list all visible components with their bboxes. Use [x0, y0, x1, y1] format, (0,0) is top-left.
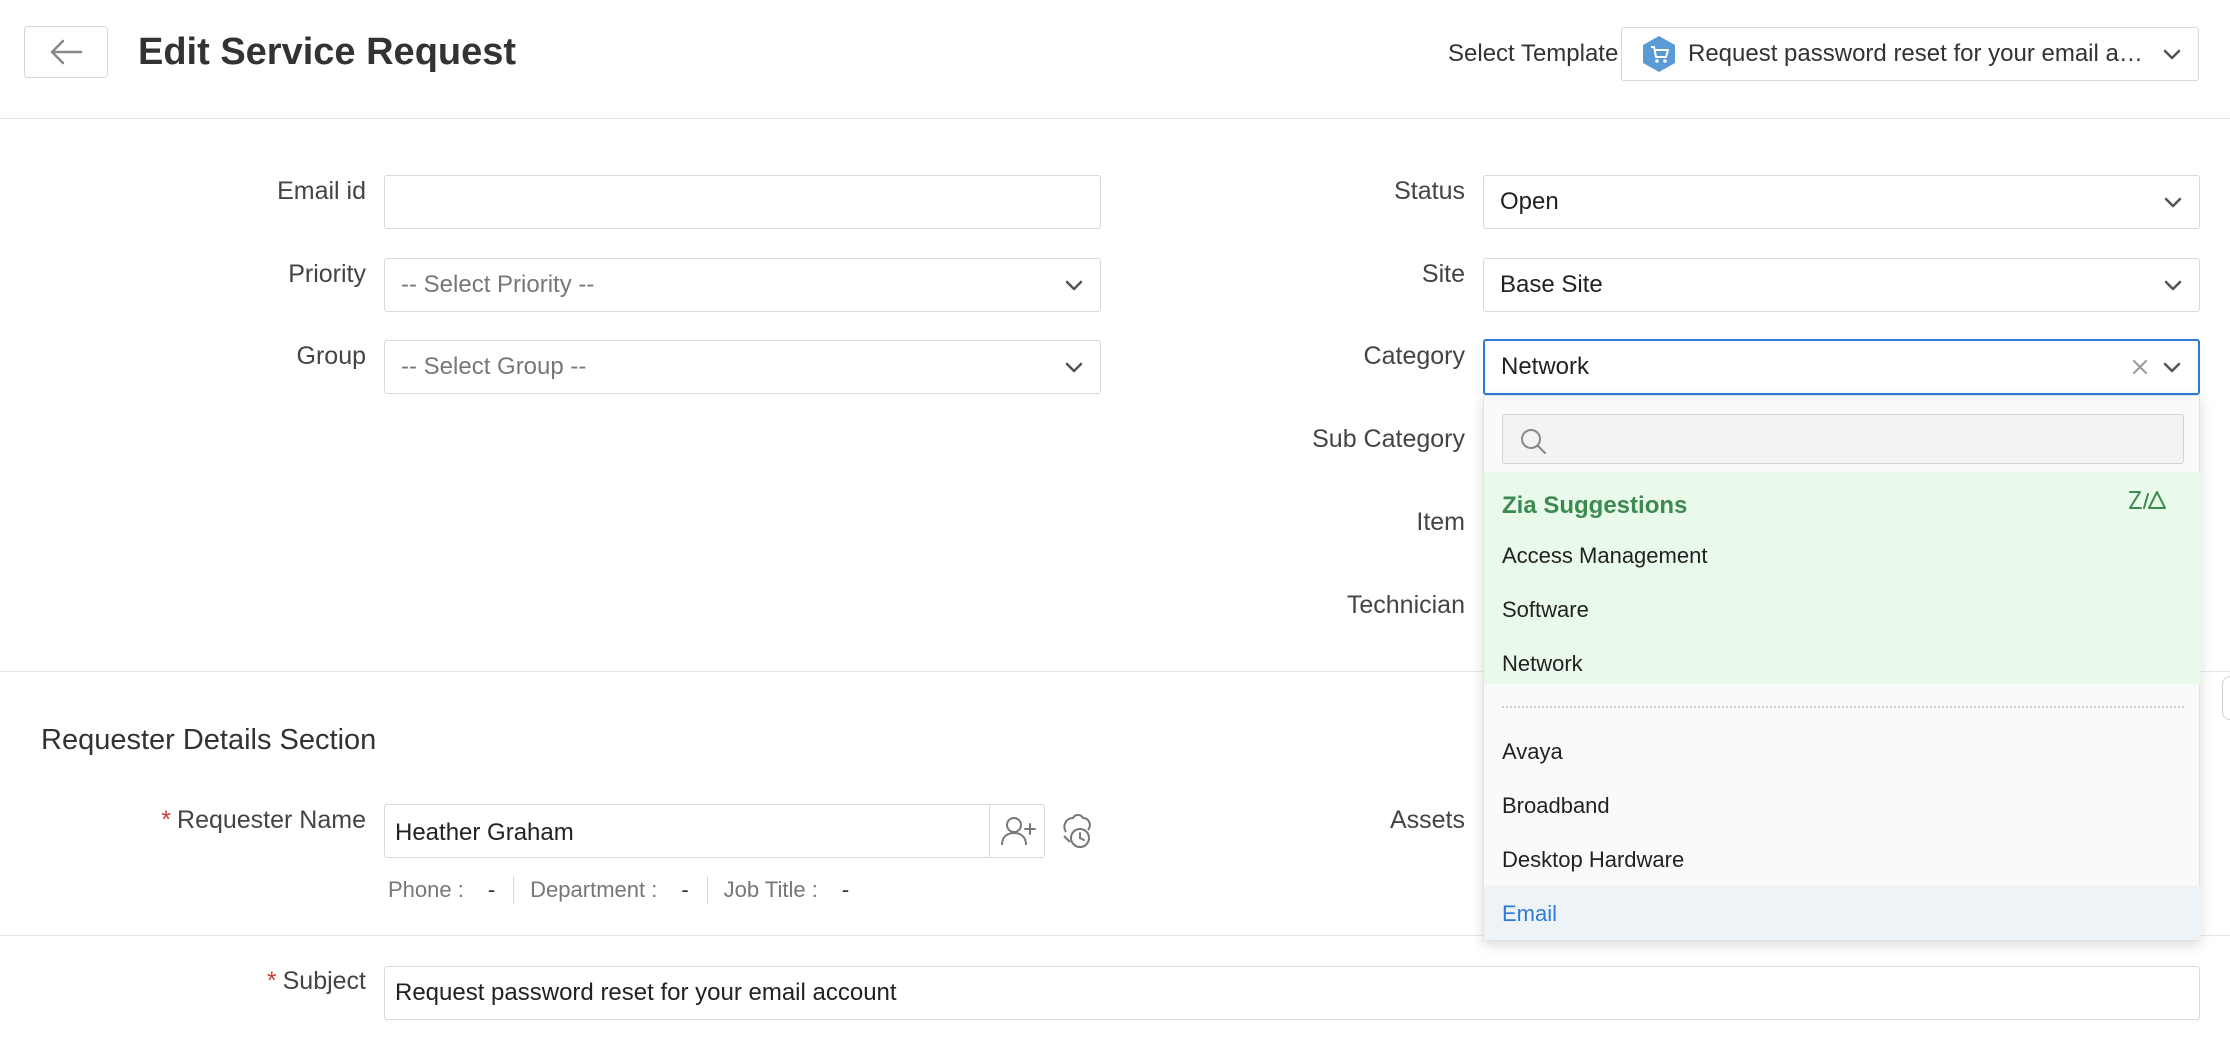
email-field[interactable] — [384, 175, 1101, 229]
chevron-down-icon — [2164, 280, 2182, 291]
requester-section-title: Requester Details Section — [41, 724, 377, 756]
site-label: Site — [1421, 260, 1465, 288]
item-label: Item — [1416, 508, 1465, 536]
requester-name-field[interactable]: Heather Graham — [384, 804, 1045, 858]
subject-label: * Subject — [100, 964, 366, 998]
subcategory-label: Sub Category — [1312, 425, 1465, 453]
category-label: Category — [1363, 342, 1465, 370]
page-title: Edit Service Request — [138, 31, 517, 73]
chevron-down-icon — [1065, 362, 1083, 373]
zia-suggestions-group: Zia Suggestions Access Management Softwa… — [1484, 472, 2201, 684]
dropdown-divider — [1502, 706, 2184, 708]
requester-name-value: Heather Graham — [395, 819, 574, 846]
group-label: Group — [296, 342, 366, 370]
status-select[interactable]: Open — [1483, 175, 2200, 229]
email-label: Email id — [277, 177, 366, 205]
template-value: Request password reset for your email ac… — [1688, 40, 2148, 67]
side-panel-handle[interactable] — [2222, 676, 2230, 720]
priority-placeholder: -- Select Priority -- — [401, 271, 595, 298]
dropdown-option[interactable]: Desktop Hardware — [1502, 845, 1684, 875]
job-title-value: - — [841, 877, 850, 902]
chevron-down-icon — [2163, 49, 2181, 60]
group-select[interactable]: -- Select Group -- — [384, 340, 1101, 394]
category-dropdown: Zia Suggestions Access Management Softwa… — [1483, 395, 2201, 941]
dropdown-option[interactable]: Access Management — [1502, 541, 1707, 571]
required-mark: * — [266, 967, 277, 995]
back-button[interactable] — [24, 26, 108, 78]
requester-history-icon[interactable] — [1058, 812, 1094, 850]
assets-label: Assets — [1389, 806, 1465, 834]
dropdown-option[interactable]: Software — [1502, 595, 1589, 625]
zia-logo-icon — [2129, 491, 2166, 509]
dropdown-option[interactable]: Network — [1502, 649, 1583, 679]
category-value: Network — [1501, 353, 1590, 380]
job-title-label: Job Title : — [723, 877, 818, 902]
site-select[interactable]: Base Site — [1483, 258, 2200, 312]
category-select[interactable]: Network — [1483, 339, 2200, 395]
meta-separator — [706, 876, 708, 904]
zia-suggestions-title: Zia Suggestions — [1502, 492, 1688, 519]
template-select[interactable]: Request password reset for your email ac… — [1621, 27, 2199, 81]
status-label: Status — [1394, 177, 1465, 205]
subject-field[interactable]: Request password reset for your email ac… — [384, 966, 2200, 1020]
cart-hexagon-icon — [1643, 36, 1675, 72]
search-icon — [1521, 429, 1546, 454]
dropdown-search-input[interactable] — [1502, 414, 2184, 464]
priority-label: Priority — [288, 260, 366, 288]
dropdown-option-highlighted[interactable]: Email — [1502, 899, 1557, 929]
select-template-label: Select Template — [1448, 40, 1619, 67]
page-header: Edit Service Request Select Template Req… — [0, 0, 2230, 119]
arrow-left-icon — [50, 39, 83, 65]
chevron-down-icon — [1065, 280, 1083, 291]
chevron-down-icon — [2163, 362, 2181, 373]
add-user-icon — [1000, 817, 1036, 846]
group-placeholder: -- Select Group -- — [401, 353, 587, 380]
requester-meta: Phone : - Department : - Job Title : - — [388, 876, 867, 904]
requester-name-label-text: Requester Name — [177, 806, 366, 834]
requester-name-label: * Requester Name — [100, 803, 366, 837]
phone-value: - — [487, 877, 496, 902]
dropdown-option[interactable]: Avaya — [1502, 737, 1563, 767]
priority-select[interactable]: -- Select Priority -- — [384, 258, 1101, 312]
clear-icon[interactable] — [2130, 357, 2150, 377]
department-value: - — [681, 877, 689, 902]
subject-label-text: Subject — [282, 967, 366, 995]
status-value: Open — [1500, 188, 1559, 215]
meta-separator — [513, 876, 515, 904]
required-mark: * — [161, 806, 172, 834]
site-value: Base Site — [1500, 271, 1603, 298]
dropdown-option[interactable]: Broadband — [1502, 791, 1610, 821]
option-highlight — [1484, 886, 2201, 940]
phone-label: Phone : — [388, 877, 464, 902]
department-label: Department : — [530, 877, 658, 902]
chevron-down-icon — [2164, 197, 2182, 208]
add-requester-button[interactable] — [989, 805, 1045, 857]
technician-label: Technician — [1346, 591, 1465, 619]
